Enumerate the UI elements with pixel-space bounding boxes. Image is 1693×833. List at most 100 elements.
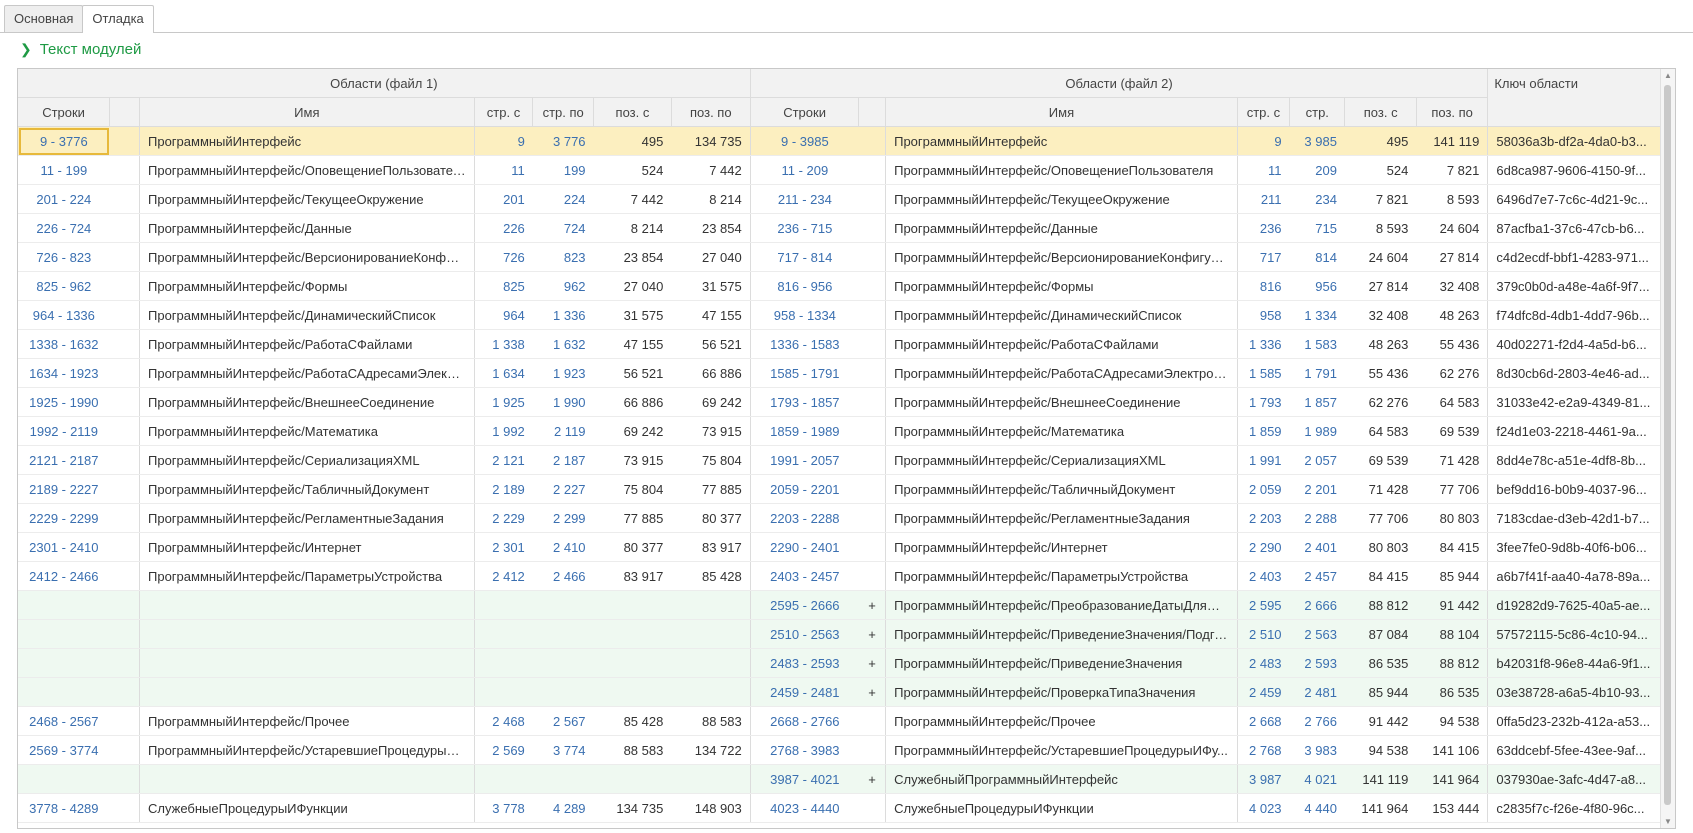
- scroll-up-icon[interactable]: ▲: [1664, 71, 1672, 80]
- cell-from2[interactable]: 717: [1237, 242, 1290, 272]
- cell-name2[interactable]: ПрограммныйИнтерфейс/ПриведениеЗначения/…: [885, 619, 1238, 649]
- cell-name2[interactable]: ПрограммныйИнтерфейс/ВерсионированиеКонф…: [885, 242, 1238, 272]
- cell-from2[interactable]: 1 336: [1237, 329, 1290, 359]
- cell-pos-from1[interactable]: 69 242: [593, 416, 672, 446]
- cell-lines2[interactable]: 2483 - 2593: [750, 648, 859, 678]
- cell-to1[interactable]: 1 632: [532, 329, 594, 359]
- cell-from2[interactable]: 1 991: [1237, 445, 1290, 475]
- cell-pos-from1[interactable]: [593, 764, 672, 794]
- cell-lines2[interactable]: 236 - 715: [750, 213, 859, 243]
- cell-to2[interactable]: 956: [1289, 271, 1345, 301]
- cell-name2[interactable]: ПрограммныйИнтерфейс/ТекущееОкружение: [885, 184, 1238, 214]
- cell-pos-to1[interactable]: 8 214: [671, 184, 751, 214]
- cell-from2[interactable]: 4 023: [1237, 793, 1290, 823]
- cell-lines1[interactable]: 1925 - 1990: [18, 387, 110, 417]
- cell-pos-from1[interactable]: 8 214: [593, 213, 672, 243]
- cell-name2[interactable]: ПрограммныйИнтерфейс/СериализацияXML: [885, 445, 1238, 475]
- cell-to1[interactable]: 199: [532, 155, 594, 185]
- cell-blank[interactable]: [109, 242, 140, 272]
- cell-pos-from1[interactable]: [593, 619, 672, 649]
- cell-lines1[interactable]: 2468 - 2567: [18, 706, 110, 736]
- table-row[interactable]: 1338 - 1632 ПрограммныйИнтерфейс/РаботаСФ…: [18, 329, 1675, 359]
- cell-lines1[interactable]: 201 - 224: [18, 184, 110, 214]
- cell-lines1[interactable]: 3778 - 4289: [18, 793, 110, 823]
- table-row[interactable]: 2301 - 2410 ПрограммныйИнтерфейс/Интернет…: [18, 532, 1675, 562]
- cell-from2[interactable]: 2 290: [1237, 532, 1290, 562]
- cell-name2[interactable]: ПрограммныйИнтерфейс/ПриведениеЗначения: [885, 648, 1238, 678]
- cell-blank[interactable]: [109, 619, 140, 649]
- cell-to2[interactable]: 715: [1289, 213, 1345, 243]
- cell-from1[interactable]: [474, 590, 533, 620]
- cell-from1[interactable]: 2 412: [474, 561, 533, 591]
- cell-pos-from1[interactable]: 77 885: [593, 503, 672, 533]
- cell-name1[interactable]: [139, 590, 475, 620]
- cell-mark[interactable]: +: [858, 619, 887, 649]
- cell-pos-to1[interactable]: 83 917: [671, 532, 751, 562]
- cell-from2[interactable]: 236: [1237, 213, 1290, 243]
- cell-name1[interactable]: ПрограммныйИнтерфейс/Формы: [139, 271, 475, 301]
- cell-name2[interactable]: ПрограммныйИнтерфейс/ДинамическийСписок: [885, 300, 1238, 330]
- table-row[interactable]: 3778 - 4289 СлужебныеПроцедурыИФункции 3 7…: [18, 793, 1675, 823]
- cell-lines1[interactable]: 226 - 724: [18, 213, 110, 243]
- cell-key[interactable]: 8d30cb6d-2803-4e46-ad...: [1487, 358, 1675, 388]
- cell-to1[interactable]: 2 299: [532, 503, 594, 533]
- cell-name1[interactable]: ПрограммныйИнтерфейс/СериализацияXML: [139, 445, 475, 475]
- cell-pos-to1[interactable]: 27 040: [671, 242, 751, 272]
- cell-name2[interactable]: ПрограммныйИнтерфейс/ПроверкаТипаЗначени…: [885, 677, 1238, 707]
- cell-pos-to2[interactable]: 55 436: [1416, 329, 1489, 359]
- cell-name1[interactable]: ПрограммныйИнтерфейс/Математика: [139, 416, 475, 446]
- cell-lines1[interactable]: 1992 - 2119: [18, 416, 110, 446]
- cell-mark[interactable]: [858, 793, 887, 823]
- cell-key[interactable]: f74dfc8d-4db1-4dd7-96b...: [1487, 300, 1675, 330]
- cell-mark[interactable]: [858, 184, 887, 214]
- cell-from2[interactable]: 2 203: [1237, 503, 1290, 533]
- cell-pos-from1[interactable]: 66 886: [593, 387, 672, 417]
- cell-mark[interactable]: +: [858, 764, 887, 794]
- table-row[interactable]: 2121 - 2187 ПрограммныйИнтерфейс/Сериализ…: [18, 445, 1675, 475]
- cell-from1[interactable]: 2 189: [474, 474, 533, 504]
- cell-pos-to2[interactable]: 91 442: [1416, 590, 1489, 620]
- cell-lines2[interactable]: 2595 - 2666: [750, 590, 859, 620]
- cell-lines2[interactable]: 2290 - 2401: [750, 532, 859, 562]
- cell-mark[interactable]: [858, 445, 887, 475]
- cell-from1[interactable]: [474, 648, 533, 678]
- cell-pos-to1[interactable]: [671, 590, 751, 620]
- cell-pos-from1[interactable]: 75 804: [593, 474, 672, 504]
- cell-pos-from1[interactable]: 88 583: [593, 735, 672, 765]
- table-row[interactable]: 825 - 962 ПрограммныйИнтерфейс/Формы 825 96…: [18, 271, 1675, 301]
- cell-mark[interactable]: [858, 706, 887, 736]
- cell-pos-from1[interactable]: 47 155: [593, 329, 672, 359]
- cell-key[interactable]: 0ffa5d23-232b-412a-a53...: [1487, 706, 1675, 736]
- cell-to2[interactable]: 1 583: [1289, 329, 1345, 359]
- cell-pos-to1[interactable]: 134 735: [671, 126, 751, 156]
- cell-key[interactable]: 6496d7e7-7c6c-4d21-9c...: [1487, 184, 1675, 214]
- cell-key[interactable]: 037930ae-3afc-4d47-a8...: [1487, 764, 1675, 794]
- cell-lines2[interactable]: 816 - 956: [750, 271, 859, 301]
- cell-pos-to1[interactable]: 73 915: [671, 416, 751, 446]
- cell-to1[interactable]: 2 119: [532, 416, 594, 446]
- cell-lines2[interactable]: 2403 - 2457: [750, 561, 859, 591]
- cell-mark[interactable]: +: [858, 648, 887, 678]
- cell-pos-to2[interactable]: 88 812: [1416, 648, 1489, 678]
- col-pos-from2[interactable]: поз. с: [1344, 97, 1417, 127]
- table-row[interactable]: 2569 - 3774 ПрограммныйИнтерфейс/Устаревш…: [18, 735, 1675, 765]
- cell-lines2[interactable]: 717 - 814: [750, 242, 859, 272]
- cell-name2[interactable]: ПрограммныйИнтерфейс/РегламентныеЗадания: [885, 503, 1238, 533]
- cell-to1[interactable]: 2 466: [532, 561, 594, 591]
- cell-blank[interactable]: [109, 532, 140, 562]
- col-from1[interactable]: стр. с: [474, 97, 534, 127]
- cell-key[interactable]: 63ddcebf-5fee-43ee-9af...: [1487, 735, 1675, 765]
- cell-key[interactable]: f24d1e03-2218-4461-9a...: [1487, 416, 1675, 446]
- cell-lines2[interactable]: 1793 - 1857: [750, 387, 859, 417]
- cell-pos-from2[interactable]: 77 706: [1344, 503, 1417, 533]
- cell-lines2[interactable]: 1859 - 1989: [750, 416, 859, 446]
- cell-to2[interactable]: 2 057: [1289, 445, 1345, 475]
- cell-from2[interactable]: 816: [1237, 271, 1290, 301]
- cell-key[interactable]: 03e38728-a6a5-4b10-93...: [1487, 677, 1675, 707]
- cell-to2[interactable]: 1 857: [1289, 387, 1345, 417]
- cell-pos-to2[interactable]: 141 964: [1416, 764, 1489, 794]
- cell-from1[interactable]: 2 468: [474, 706, 533, 736]
- cell-pos-to2[interactable]: 27 814: [1416, 242, 1489, 272]
- cell-pos-to1[interactable]: 77 885: [671, 474, 751, 504]
- cell-pos-to2[interactable]: 32 408: [1416, 271, 1489, 301]
